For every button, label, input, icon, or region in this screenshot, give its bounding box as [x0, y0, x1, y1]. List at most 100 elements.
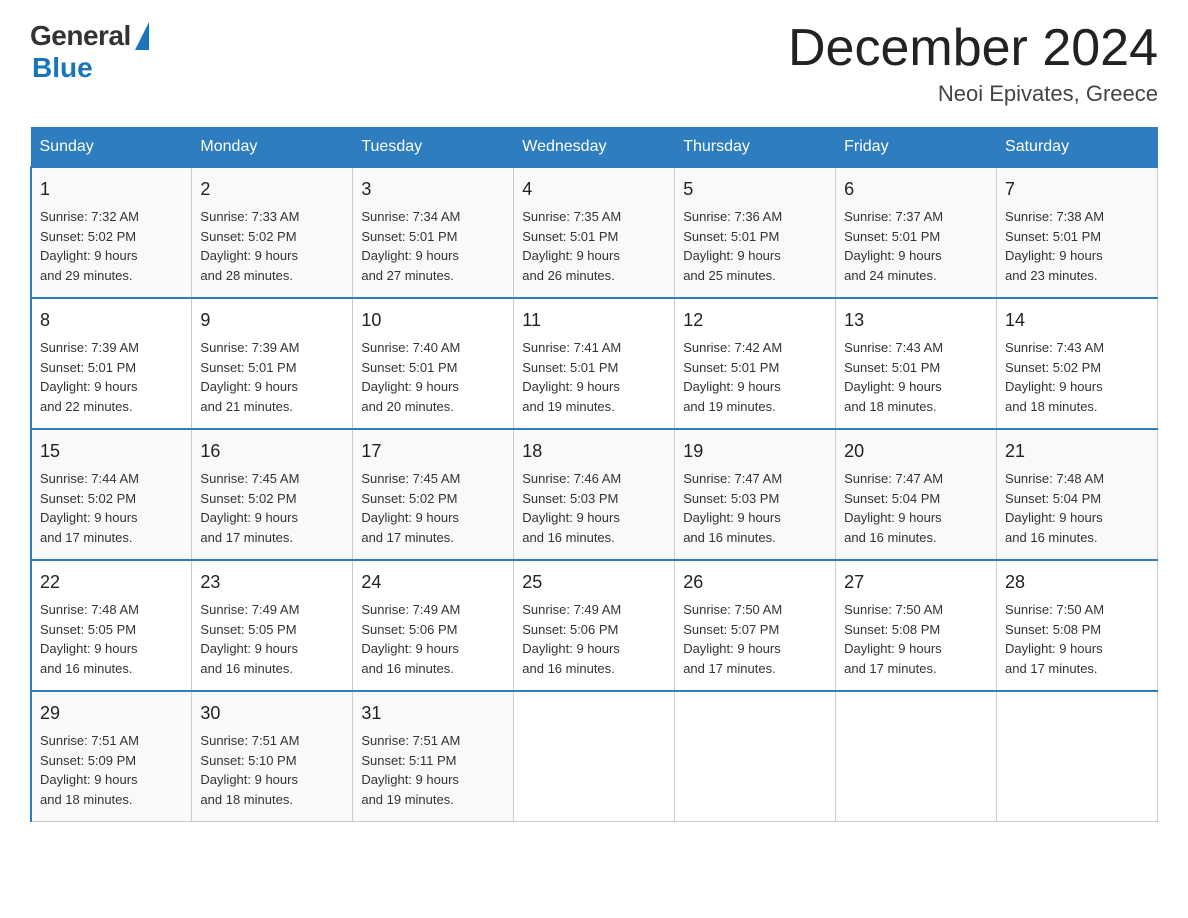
- calendar-cell: 31 Sunrise: 7:51 AM Sunset: 5:11 PM Dayl…: [353, 691, 514, 822]
- day-number: 12: [683, 307, 827, 334]
- day-number: 26: [683, 569, 827, 596]
- sunset-info: Sunset: 5:05 PM: [40, 622, 136, 637]
- day-number: 15: [40, 438, 183, 465]
- daylight-info: Daylight: 9 hours: [40, 641, 138, 656]
- sunset-info: Sunset: 5:03 PM: [522, 491, 618, 506]
- calendar-cell: 7 Sunrise: 7:38 AM Sunset: 5:01 PM Dayli…: [997, 167, 1158, 298]
- calendar-cell: 3 Sunrise: 7:34 AM Sunset: 5:01 PM Dayli…: [353, 167, 514, 298]
- day-number: 19: [683, 438, 827, 465]
- daylight-info: Daylight: 9 hours: [361, 641, 459, 656]
- sunset-info: Sunset: 5:09 PM: [40, 753, 136, 768]
- calendar-cell: 10 Sunrise: 7:40 AM Sunset: 5:01 PM Dayl…: [353, 298, 514, 429]
- daylight-info: Daylight: 9 hours: [844, 248, 942, 263]
- daylight-continuation: and 19 minutes.: [522, 399, 615, 414]
- daylight-info: Daylight: 9 hours: [40, 248, 138, 263]
- sunrise-info: Sunrise: 7:37 AM: [844, 209, 943, 224]
- logo-general-text: General: [30, 20, 131, 52]
- daylight-continuation: and 22 minutes.: [40, 399, 133, 414]
- daylight-continuation: and 16 minutes.: [200, 661, 293, 676]
- weekday-header-sunday: Sunday: [31, 128, 192, 168]
- sunrise-info: Sunrise: 7:49 AM: [200, 602, 299, 617]
- daylight-info: Daylight: 9 hours: [200, 510, 298, 525]
- calendar-cell: 23 Sunrise: 7:49 AM Sunset: 5:05 PM Dayl…: [192, 560, 353, 691]
- daylight-continuation: and 19 minutes.: [361, 792, 454, 807]
- daylight-continuation: and 29 minutes.: [40, 268, 133, 283]
- sunset-info: Sunset: 5:01 PM: [40, 360, 136, 375]
- daylight-continuation: and 16 minutes.: [522, 530, 615, 545]
- calendar-cell: 28 Sunrise: 7:50 AM Sunset: 5:08 PM Dayl…: [997, 560, 1158, 691]
- calendar-cell: 1 Sunrise: 7:32 AM Sunset: 5:02 PM Dayli…: [31, 167, 192, 298]
- daylight-info: Daylight: 9 hours: [1005, 510, 1103, 525]
- sunrise-info: Sunrise: 7:39 AM: [200, 340, 299, 355]
- calendar-cell: 20 Sunrise: 7:47 AM Sunset: 5:04 PM Dayl…: [836, 429, 997, 560]
- sunset-info: Sunset: 5:01 PM: [683, 229, 779, 244]
- daylight-continuation: and 17 minutes.: [1005, 661, 1098, 676]
- daylight-info: Daylight: 9 hours: [683, 510, 781, 525]
- sunrise-info: Sunrise: 7:51 AM: [361, 733, 460, 748]
- sunset-info: Sunset: 5:03 PM: [683, 491, 779, 506]
- daylight-info: Daylight: 9 hours: [40, 772, 138, 787]
- weekday-header-tuesday: Tuesday: [353, 128, 514, 168]
- sunset-info: Sunset: 5:10 PM: [200, 753, 296, 768]
- calendar-cell: 13 Sunrise: 7:43 AM Sunset: 5:01 PM Dayl…: [836, 298, 997, 429]
- calendar-cell: 11 Sunrise: 7:41 AM Sunset: 5:01 PM Dayl…: [514, 298, 675, 429]
- calendar-cell: 22 Sunrise: 7:48 AM Sunset: 5:05 PM Dayl…: [31, 560, 192, 691]
- sunrise-info: Sunrise: 7:47 AM: [844, 471, 943, 486]
- sunset-info: Sunset: 5:06 PM: [361, 622, 457, 637]
- calendar-cell: 30 Sunrise: 7:51 AM Sunset: 5:10 PM Dayl…: [192, 691, 353, 822]
- sunrise-info: Sunrise: 7:39 AM: [40, 340, 139, 355]
- sunset-info: Sunset: 5:01 PM: [200, 360, 296, 375]
- day-number: 10: [361, 307, 505, 334]
- sunset-info: Sunset: 5:01 PM: [844, 229, 940, 244]
- calendar-week-row: 15 Sunrise: 7:44 AM Sunset: 5:02 PM Dayl…: [31, 429, 1158, 560]
- daylight-continuation: and 19 minutes.: [683, 399, 776, 414]
- calendar-table: SundayMondayTuesdayWednesdayThursdayFrid…: [30, 127, 1158, 822]
- day-number: 5: [683, 176, 827, 203]
- daylight-continuation: and 17 minutes.: [40, 530, 133, 545]
- sunrise-info: Sunrise: 7:51 AM: [40, 733, 139, 748]
- daylight-continuation: and 17 minutes.: [200, 530, 293, 545]
- day-number: 14: [1005, 307, 1149, 334]
- sunrise-info: Sunrise: 7:32 AM: [40, 209, 139, 224]
- sunset-info: Sunset: 5:08 PM: [844, 622, 940, 637]
- daylight-continuation: and 16 minutes.: [40, 661, 133, 676]
- day-number: 1: [40, 176, 183, 203]
- daylight-info: Daylight: 9 hours: [522, 248, 620, 263]
- daylight-continuation: and 28 minutes.: [200, 268, 293, 283]
- day-number: 28: [1005, 569, 1149, 596]
- day-number: 16: [200, 438, 344, 465]
- daylight-info: Daylight: 9 hours: [361, 510, 459, 525]
- day-number: 2: [200, 176, 344, 203]
- logo-triangle-icon: [135, 22, 149, 50]
- day-number: 27: [844, 569, 988, 596]
- sunset-info: Sunset: 5:02 PM: [40, 491, 136, 506]
- sunset-info: Sunset: 5:07 PM: [683, 622, 779, 637]
- calendar-cell: [997, 691, 1158, 822]
- daylight-info: Daylight: 9 hours: [361, 379, 459, 394]
- calendar-cell: 8 Sunrise: 7:39 AM Sunset: 5:01 PM Dayli…: [31, 298, 192, 429]
- daylight-info: Daylight: 9 hours: [200, 379, 298, 394]
- sunrise-info: Sunrise: 7:43 AM: [844, 340, 943, 355]
- sunrise-info: Sunrise: 7:38 AM: [1005, 209, 1104, 224]
- sunrise-info: Sunrise: 7:44 AM: [40, 471, 139, 486]
- weekday-header-friday: Friday: [836, 128, 997, 168]
- calendar-week-row: 1 Sunrise: 7:32 AM Sunset: 5:02 PM Dayli…: [31, 167, 1158, 298]
- daylight-info: Daylight: 9 hours: [683, 379, 781, 394]
- sunset-info: Sunset: 5:01 PM: [844, 360, 940, 375]
- weekday-header-wednesday: Wednesday: [514, 128, 675, 168]
- sunset-info: Sunset: 5:02 PM: [200, 491, 296, 506]
- sunrise-info: Sunrise: 7:34 AM: [361, 209, 460, 224]
- sunset-info: Sunset: 5:01 PM: [361, 229, 457, 244]
- sunset-info: Sunset: 5:04 PM: [1005, 491, 1101, 506]
- day-number: 25: [522, 569, 666, 596]
- calendar-cell: 17 Sunrise: 7:45 AM Sunset: 5:02 PM Dayl…: [353, 429, 514, 560]
- day-number: 20: [844, 438, 988, 465]
- sunset-info: Sunset: 5:02 PM: [1005, 360, 1101, 375]
- day-number: 17: [361, 438, 505, 465]
- calendar-cell: 2 Sunrise: 7:33 AM Sunset: 5:02 PM Dayli…: [192, 167, 353, 298]
- day-number: 7: [1005, 176, 1149, 203]
- sunrise-info: Sunrise: 7:40 AM: [361, 340, 460, 355]
- daylight-info: Daylight: 9 hours: [522, 510, 620, 525]
- daylight-continuation: and 24 minutes.: [844, 268, 937, 283]
- daylight-continuation: and 16 minutes.: [522, 661, 615, 676]
